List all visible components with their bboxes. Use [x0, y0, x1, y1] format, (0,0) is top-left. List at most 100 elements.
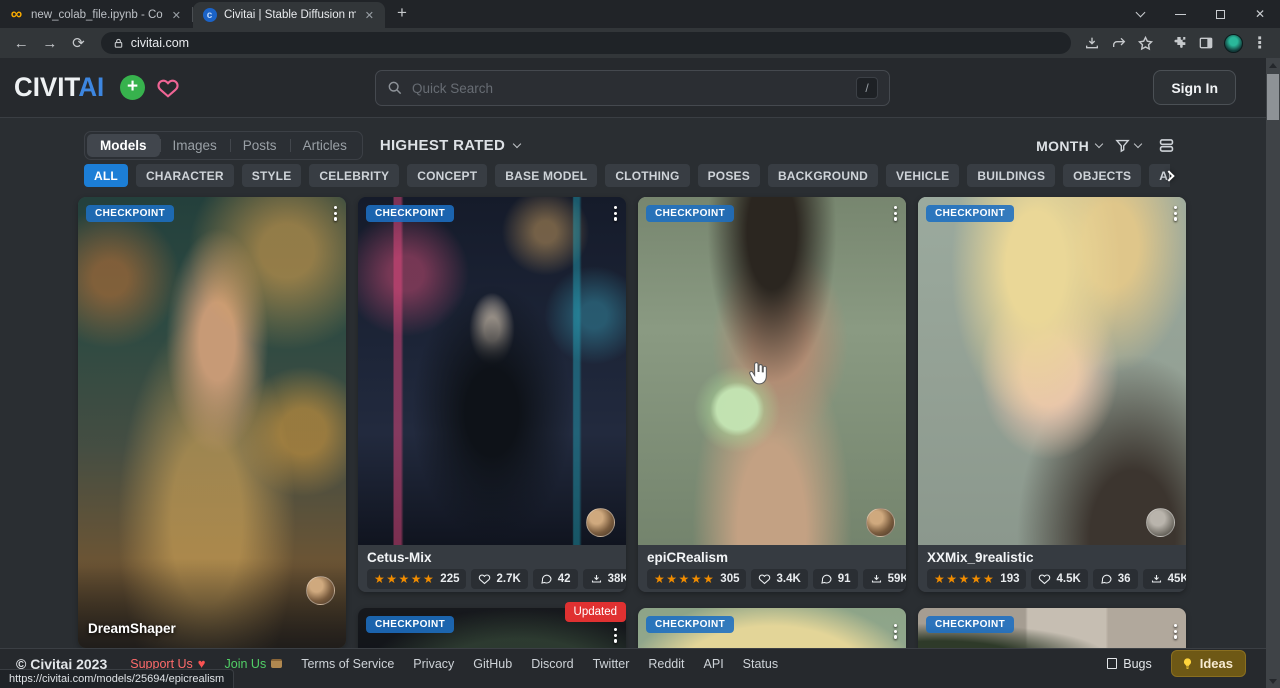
maximize-button[interactable]	[1200, 0, 1240, 28]
tab-search-icon[interactable]	[1120, 0, 1160, 28]
tab-images[interactable]: Images	[160, 134, 230, 157]
stacked-layout-icon	[1157, 136, 1176, 155]
site-header: CIVITAI + / Sign In	[0, 58, 1280, 118]
model-card-partial[interactable]: CHECKPOINT Updated	[358, 608, 626, 648]
new-tab-button[interactable]: +	[397, 3, 407, 23]
likes-count: 2.7K	[496, 573, 520, 585]
search-input[interactable]	[412, 81, 847, 96]
comment-icon	[1100, 573, 1113, 585]
share-icon[interactable]	[1106, 31, 1131, 55]
chips-scroll-right-icon[interactable]	[1160, 164, 1178, 187]
footer-link-status[interactable]: Status	[743, 657, 778, 671]
creator-avatar[interactable]	[306, 576, 335, 605]
card-menu-icon[interactable]	[332, 204, 339, 223]
period-dropdown[interactable]: MONTH	[1036, 138, 1102, 154]
footer-link-twitter[interactable]: Twitter	[593, 657, 630, 671]
bugs-link[interactable]: Bugs	[1107, 657, 1152, 671]
chip-poses[interactable]: POSES	[698, 164, 760, 187]
footer-link-reddit[interactable]: Reddit	[648, 657, 684, 671]
back-icon[interactable]: ←	[8, 30, 35, 56]
page-scrollbar[interactable]	[1266, 58, 1280, 688]
likes-pill: 2.7K	[471, 569, 527, 589]
favorites-heart-icon[interactable]	[156, 77, 180, 99]
model-card-dreamshaper[interactable]: CHECKPOINT DreamShaper	[78, 197, 346, 648]
scroll-down-arrow-icon[interactable]	[1266, 674, 1280, 688]
upload-plus-button[interactable]: +	[120, 75, 145, 100]
card-menu-icon[interactable]	[1172, 204, 1179, 223]
tab-posts[interactable]: Posts	[230, 134, 290, 157]
chip-buildings[interactable]: BUILDINGS	[967, 164, 1055, 187]
minimize-button[interactable]	[1160, 0, 1200, 28]
civitai-logo[interactable]: CIVITAI	[14, 72, 104, 103]
chip-vehicle[interactable]: VEHICLE	[886, 164, 959, 187]
creator-avatar[interactable]	[1146, 508, 1175, 537]
scroll-up-arrow-icon[interactable]	[1266, 58, 1280, 72]
model-stats: ★★★★★ 193 4.5K 36 45K	[927, 569, 1177, 589]
tab-close-icon[interactable]: ✕	[363, 9, 376, 22]
comment-icon	[820, 573, 833, 585]
browser-tab-civitai[interactable]: c Civitai | Stable Diffusion models, ✕	[193, 2, 385, 28]
window-controls: ✕	[1120, 0, 1280, 28]
chip-background[interactable]: BACKGROUND	[768, 164, 878, 187]
chip-style[interactable]: STYLE	[242, 164, 302, 187]
extensions-icon[interactable]	[1168, 31, 1193, 55]
footer-link-join-us[interactable]: Join Us	[225, 657, 283, 671]
ideas-button[interactable]: Ideas	[1171, 650, 1246, 677]
chip-celebrity[interactable]: CELEBRITY	[309, 164, 399, 187]
address-bar[interactable]: civitai.com	[101, 32, 1071, 54]
card-menu-icon[interactable]	[612, 626, 619, 645]
browser-tab-colab[interactable]: ∞ new_colab_file.ipynb - Colaborat ✕	[0, 2, 192, 28]
chip-all[interactable]: ALL	[84, 164, 128, 187]
comments-count: 36	[1118, 573, 1131, 585]
chip-base-model[interactable]: BASE MODEL	[495, 164, 597, 187]
footer-link-github[interactable]: GitHub	[473, 657, 512, 671]
model-card-partial[interactable]: CHECKPOINT	[638, 608, 906, 648]
model-card-cetus-mix[interactable]: CHECKPOINT Cetus-Mix ★★★★★ 225 2.7K	[358, 197, 626, 592]
model-type-badge: CHECKPOINT	[366, 616, 454, 633]
content-type-switcher: Models Images Posts Articles	[84, 131, 363, 160]
chip-objects[interactable]: OBJECTS	[1063, 164, 1141, 187]
footer-link-terms[interactable]: Terms of Service	[301, 657, 394, 671]
tab-models[interactable]: Models	[87, 134, 160, 157]
profile-avatar[interactable]	[1221, 31, 1246, 55]
chip-character[interactable]: CHARACTER	[136, 164, 234, 187]
model-title: epiCRealism	[647, 550, 897, 565]
browser-menu-icon[interactable]: ⋮	[1247, 31, 1272, 55]
browser-tab-strip: ∞ new_colab_file.ipynb - Colaborat ✕ c C…	[0, 0, 1280, 28]
model-card-epicrealism[interactable]: CHECKPOINT epiCRealism ★★★★★ 305 3.4K	[638, 197, 906, 592]
model-type-badge: CHECKPOINT	[926, 205, 1014, 222]
card-menu-icon[interactable]	[1172, 622, 1179, 641]
card-menu-icon[interactable]	[892, 204, 899, 223]
close-window-button[interactable]: ✕	[1240, 0, 1280, 28]
footer-link-discord[interactable]: Discord	[531, 657, 573, 671]
sign-in-button[interactable]: Sign In	[1153, 70, 1236, 105]
layout-toggle-button[interactable]	[1157, 136, 1176, 155]
side-panel-icon[interactable]	[1194, 31, 1219, 55]
briefcase-icon	[271, 659, 282, 668]
sort-dropdown[interactable]: HIGHEST RATED	[380, 137, 520, 154]
creator-avatar[interactable]	[586, 508, 615, 537]
tab-articles[interactable]: Articles	[290, 134, 360, 157]
card-menu-icon[interactable]	[892, 622, 899, 641]
tab-close-icon[interactable]: ✕	[170, 9, 183, 22]
footer-link-privacy[interactable]: Privacy	[413, 657, 454, 671]
scrollbar-thumb[interactable]	[1267, 74, 1279, 120]
chip-concept[interactable]: CONCEPT	[407, 164, 487, 187]
filters-button[interactable]	[1114, 137, 1141, 154]
bookmark-star-icon[interactable]	[1133, 31, 1158, 55]
reload-icon[interactable]: ⟳	[65, 30, 92, 56]
quick-search-bar[interactable]: /	[375, 70, 890, 106]
card-menu-icon[interactable]	[612, 204, 619, 223]
model-card-xxmix9realistic[interactable]: CHECKPOINT XXMix_9realistic ★★★★★ 193 4.…	[918, 197, 1186, 592]
chip-clothing[interactable]: CLOTHING	[605, 164, 689, 187]
model-card-partial[interactable]: CHECKPOINT	[918, 608, 1186, 648]
forward-icon[interactable]: →	[37, 30, 64, 56]
card-footer: epiCRealism ★★★★★ 305 3.4K 91	[638, 545, 906, 592]
save-to-device-icon[interactable]	[1080, 31, 1105, 55]
footer-link-api[interactable]: API	[704, 657, 724, 671]
download-icon	[1150, 573, 1163, 585]
tab-title: Civitai | Stable Diffusion models,	[224, 9, 356, 21]
downloads-pill: 59K	[863, 569, 906, 589]
model-preview-image	[638, 197, 906, 545]
creator-avatar[interactable]	[866, 508, 895, 537]
